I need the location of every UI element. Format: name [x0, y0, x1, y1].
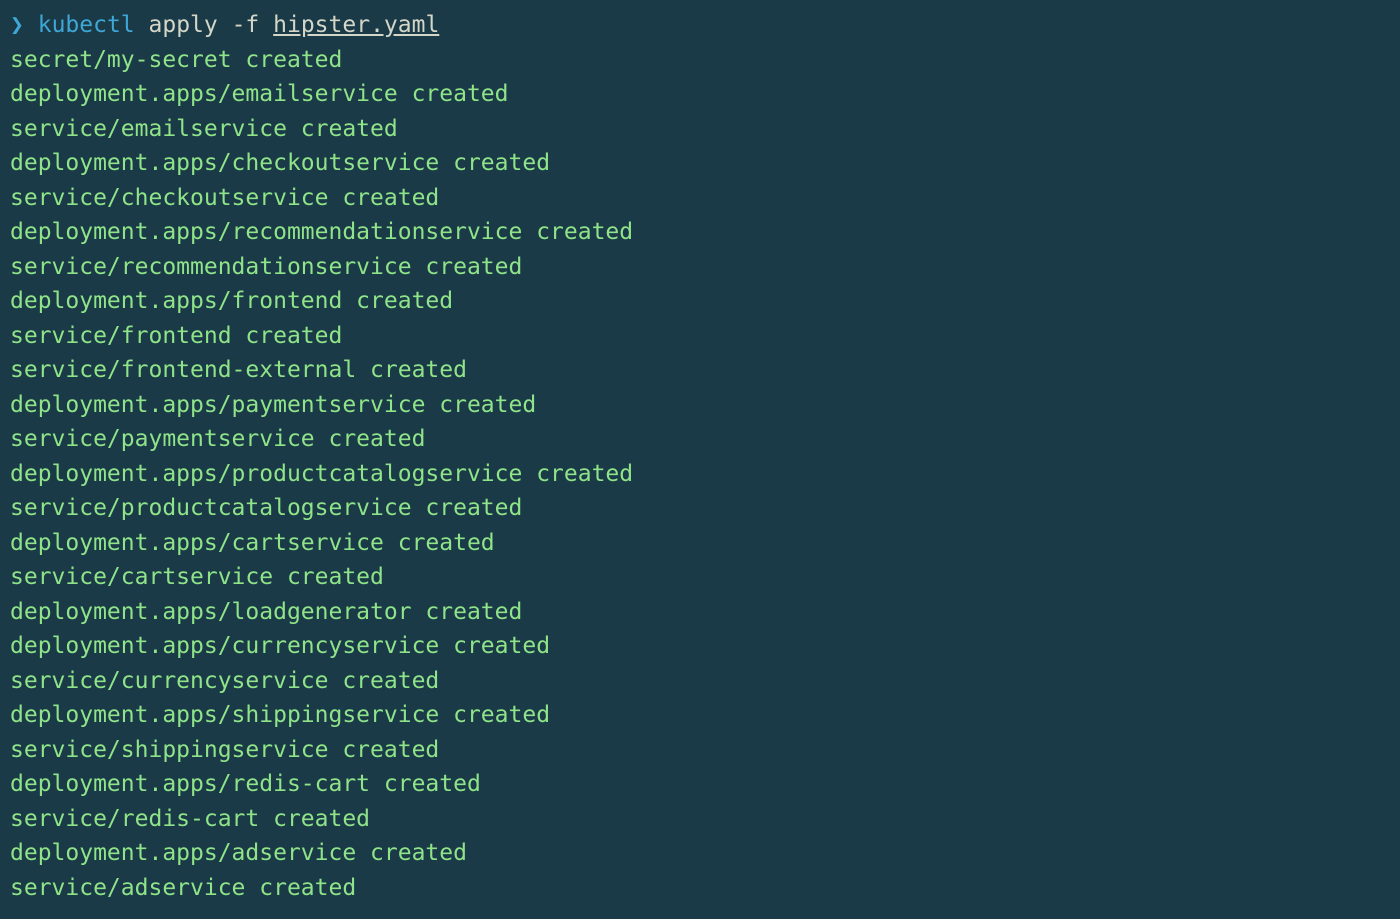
- output-line: deployment.apps/adservice created: [10, 836, 1390, 871]
- output-line: deployment.apps/cartservice created: [10, 526, 1390, 561]
- output-line: deployment.apps/redis-cart created: [10, 767, 1390, 802]
- output-line: deployment.apps/shippingservice created: [10, 698, 1390, 733]
- output-line: deployment.apps/productcatalogservice cr…: [10, 457, 1390, 492]
- output-line: secret/my-secret created: [10, 43, 1390, 78]
- output-line: deployment.apps/paymentservice created: [10, 388, 1390, 423]
- output-line: service/shippingservice created: [10, 733, 1390, 768]
- command-args: apply -f: [135, 12, 273, 38]
- output-line: deployment.apps/checkoutservice created: [10, 146, 1390, 181]
- command-executable: kubectl: [38, 12, 135, 38]
- output-line: service/checkoutservice created: [10, 181, 1390, 216]
- output-line: deployment.apps/currencyservice created: [10, 629, 1390, 664]
- output-line: service/cartservice created: [10, 560, 1390, 595]
- output-line: service/productcatalogservice created: [10, 491, 1390, 526]
- prompt-glyph: ❯: [10, 12, 24, 38]
- command-prompt-line: ❯ kubectl apply -f hipster.yaml: [10, 8, 1390, 43]
- output-line: service/frontend created: [10, 319, 1390, 354]
- output-line: deployment.apps/loadgenerator created: [10, 595, 1390, 630]
- output-line: service/paymentservice created: [10, 422, 1390, 457]
- output-line: service/currencyservice created: [10, 664, 1390, 699]
- terminal-window[interactable]: ❯ kubectl apply -f hipster.yaml secret/m…: [10, 8, 1390, 905]
- output-line: service/adservice created: [10, 871, 1390, 906]
- output-line: service/frontend-external created: [10, 353, 1390, 388]
- output-line: service/redis-cart created: [10, 802, 1390, 837]
- output-line: service/emailservice created: [10, 112, 1390, 147]
- output-line: service/recommendationservice created: [10, 250, 1390, 285]
- terminal-output: secret/my-secret createddeployment.apps/…: [10, 43, 1390, 906]
- output-line: deployment.apps/frontend created: [10, 284, 1390, 319]
- output-line: deployment.apps/emailservice created: [10, 77, 1390, 112]
- output-line: deployment.apps/recommendationservice cr…: [10, 215, 1390, 250]
- command-filename: hipster.yaml: [273, 12, 439, 38]
